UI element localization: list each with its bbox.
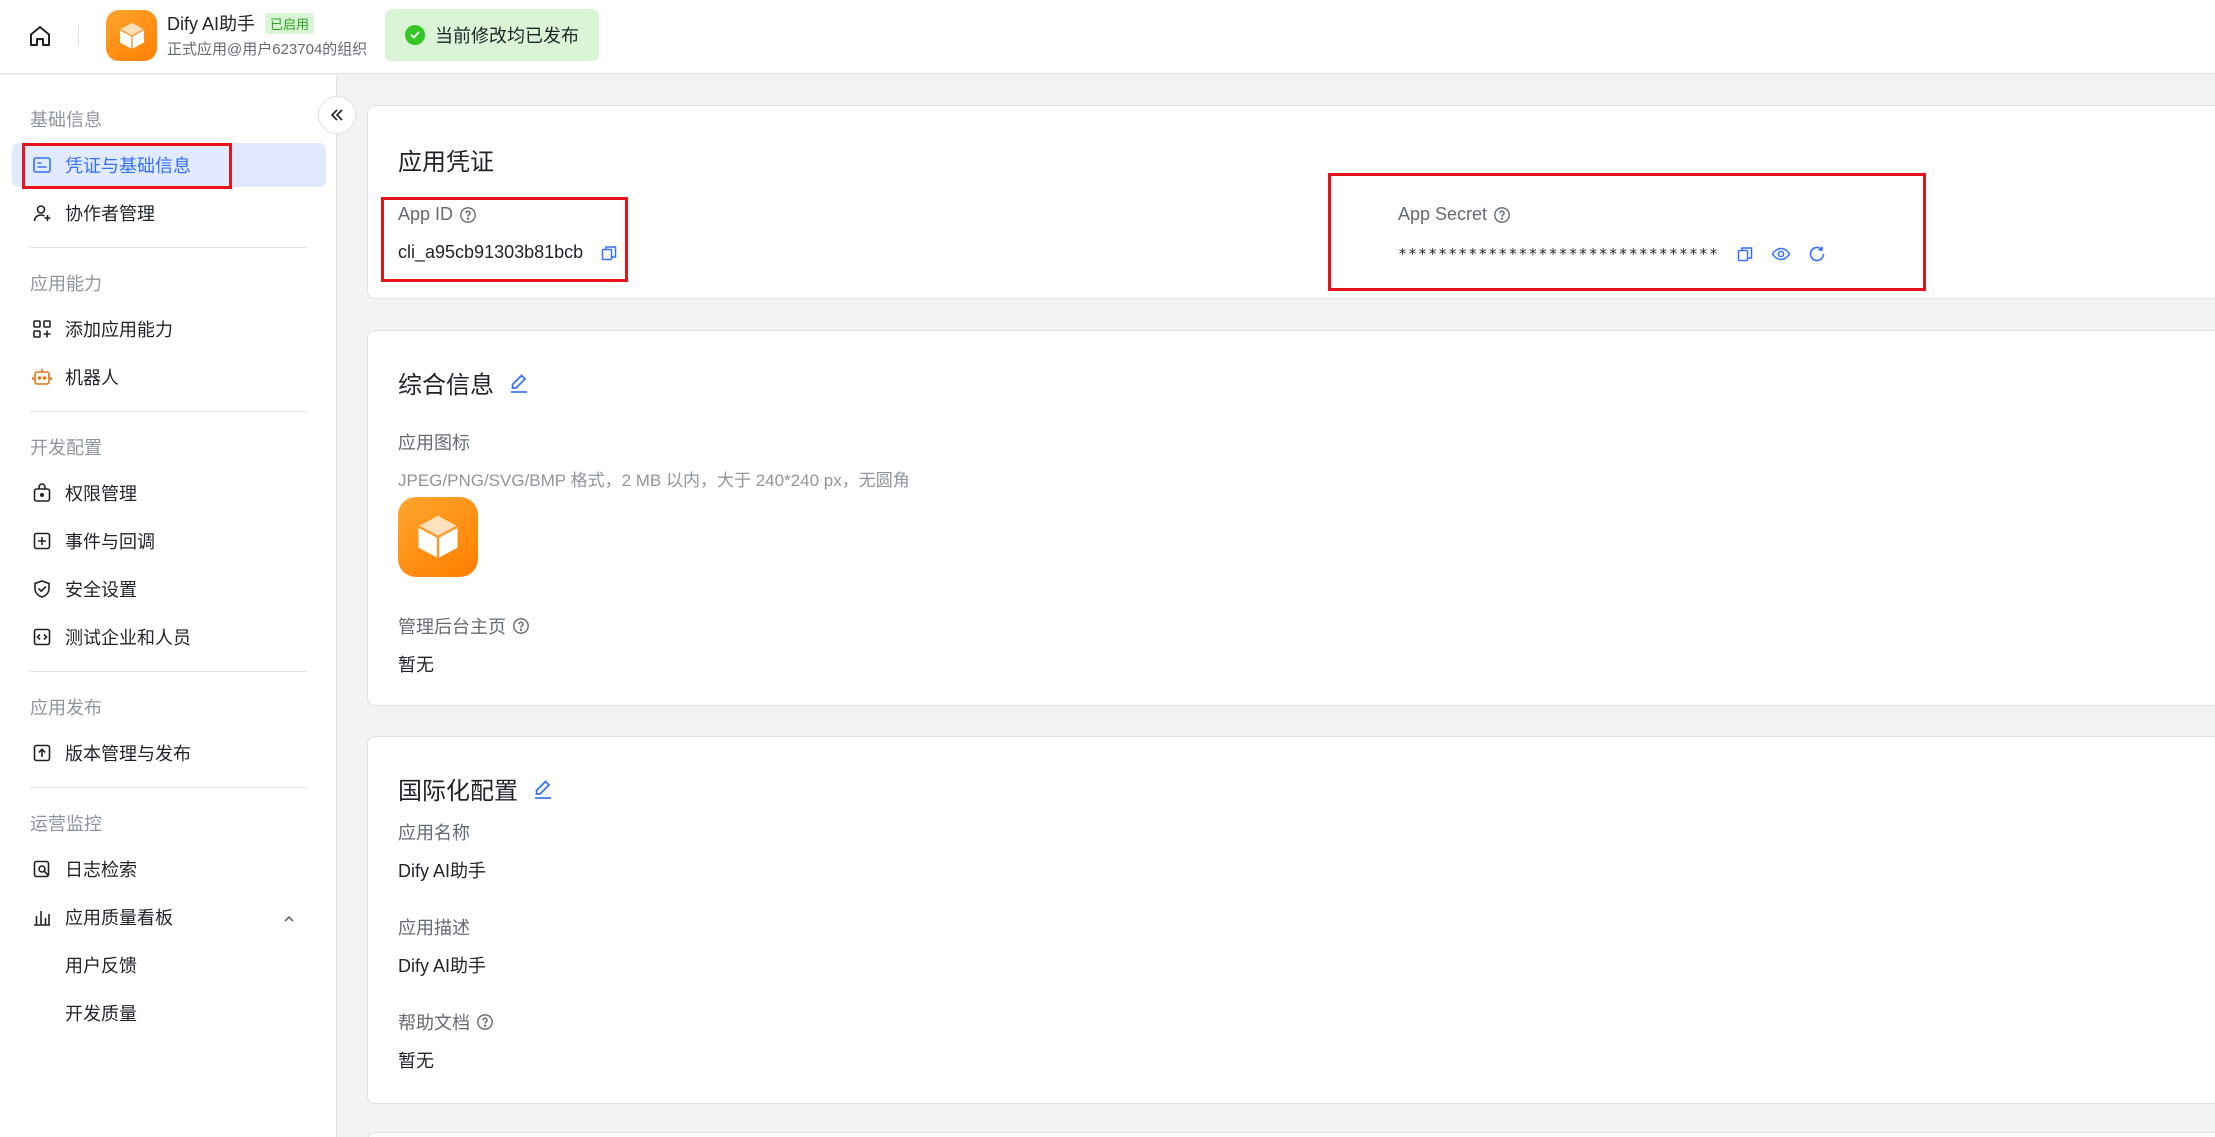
publish-status-banner: 当前修改均已发布 <box>385 9 599 61</box>
sidebar-item-quality-dashboard[interactable]: 应用质量看板 <box>12 895 326 939</box>
top-bar: Dify AI助手 已启用 正式应用@用户623704的组织 当前修改均已发布 <box>0 0 2215 74</box>
card-title: 国际化配置 <box>398 771 554 806</box>
sidebar-item-label: 开发质量 <box>65 1004 137 1024</box>
app-name-label: 应用名称 <box>398 823 470 843</box>
sidebar-item-label: 添加应用能力 <box>65 320 173 340</box>
sidebar-item-label: 测试企业和人员 <box>65 628 191 648</box>
status-badge: 已启用 <box>265 12 315 34</box>
divider <box>30 411 307 412</box>
sidebar-item-label: 权限管理 <box>65 484 137 504</box>
annotation-box <box>381 197 628 282</box>
robot-icon <box>31 366 53 388</box>
event-icon <box>31 530 53 552</box>
chevron-up-icon[interactable] <box>282 910 296 931</box>
code-icon <box>31 626 53 648</box>
sidebar-item-label: 事件与回调 <box>65 532 155 552</box>
app-logo-cube-icon <box>106 10 157 61</box>
help-icon[interactable] <box>512 617 530 635</box>
double-chevron-left-icon <box>328 106 346 124</box>
card-title-text: 国际化配置 <box>398 778 518 805</box>
icon-hint: JPEG/PNG/SVG/BMP 格式，2 MB 以内，大于 240*240 p… <box>398 471 910 490</box>
publish-status-text: 当前修改均已发布 <box>435 26 579 46</box>
sidebar-item-label: 日志检索 <box>65 860 137 880</box>
log-search-icon <box>31 858 53 880</box>
homepage-value: 暂无 <box>398 655 434 675</box>
app-name-value: Dify AI助手 <box>398 861 487 881</box>
sidebar-item-log-search[interactable]: 日志检索 <box>12 847 326 891</box>
help-doc-value: 暂无 <box>398 1051 434 1071</box>
check-circle-icon <box>405 25 425 45</box>
sidebar-item-label: 应用质量看板 <box>65 908 173 928</box>
app-name-text: Dify AI助手 <box>167 14 256 34</box>
divider <box>30 671 307 672</box>
apps-add-icon <box>31 318 53 340</box>
help-doc-label: 帮助文档 <box>398 1009 494 1035</box>
section-title-publish: 应用发布 <box>30 698 102 718</box>
section-title-capabilities: 应用能力 <box>30 274 102 294</box>
i18n-card: 国际化配置 应用名称 Dify AI助手 应用描述 Dify AI助手 帮助文档… <box>367 736 2215 1104</box>
app-org: 正式应用@用户623704的组织 <box>167 41 368 58</box>
app-icon-preview[interactable] <box>398 497 478 577</box>
sidebar-item-add-capability[interactable]: 添加应用能力 <box>12 307 326 351</box>
shield-icon <box>31 578 53 600</box>
app-desc-value: Dify AI助手 <box>398 956 487 976</box>
sidebar-item-dev-quality[interactable]: 开发质量 <box>12 991 326 1035</box>
sidebar-item-label: 版本管理与发布 <box>65 744 191 764</box>
annotation-box <box>1328 173 1926 291</box>
sidebar-item-label: 用户反馈 <box>65 956 137 976</box>
card-title: 综合信息 <box>398 365 530 400</box>
sidebar-item-collaborators[interactable]: 协作者管理 <box>12 191 326 235</box>
sidebar-item-user-feedback[interactable]: 用户反馈 <box>12 943 326 987</box>
edit-icon[interactable] <box>508 372 530 394</box>
general-info-card: 综合信息 应用图标 JPEG/PNG/SVG/BMP 格式，2 MB 以内，大于… <box>367 330 2215 706</box>
section-title-monitoring: 运营监控 <box>30 814 102 834</box>
divider <box>78 25 79 45</box>
sidebar-item-versions[interactable]: 版本管理与发布 <box>12 731 326 775</box>
collapse-sidebar-button[interactable] <box>318 96 356 134</box>
sidebar-item-label: 安全设置 <box>65 580 137 600</box>
card-title-text: 综合信息 <box>398 372 494 399</box>
user-add-icon <box>31 202 53 224</box>
upload-icon <box>31 742 53 764</box>
sidebar-item-robot[interactable]: 机器人 <box>12 355 326 399</box>
bar-chart-icon <box>31 906 53 928</box>
annotation-box <box>22 143 232 189</box>
edit-icon[interactable] <box>532 778 554 800</box>
next-card <box>367 1132 2215 1137</box>
help-icon[interactable] <box>476 1013 494 1031</box>
sidebar-item-permissions[interactable]: 权限管理 <box>12 471 326 515</box>
card-title: 应用凭证 <box>398 149 494 176</box>
app-desc-label: 应用描述 <box>398 918 470 938</box>
home-icon[interactable] <box>24 20 56 52</box>
label-text: 帮助文档 <box>398 1013 470 1033</box>
section-title-dev-config: 开发配置 <box>30 438 102 458</box>
sidebar-item-label: 协作者管理 <box>65 204 155 224</box>
permission-icon <box>31 482 53 504</box>
icon-label: 应用图标 <box>398 433 470 453</box>
sidebar-item-security[interactable]: 安全设置 <box>12 567 326 611</box>
sidebar-item-test-users[interactable]: 测试企业和人员 <box>12 615 326 659</box>
label-text: 管理后台主页 <box>398 617 506 637</box>
credentials-card: 应用凭证 App ID cli_a95cb91303b81bcb App Sec… <box>367 105 2215 299</box>
app-name: Dify AI助手 已启用 <box>167 10 315 36</box>
sidebar-item-events[interactable]: 事件与回调 <box>12 519 326 563</box>
divider <box>30 787 307 788</box>
sidebar-item-label: 机器人 <box>65 368 119 388</box>
app-logo-cube-icon <box>417 515 459 559</box>
section-title-basic: 基础信息 <box>30 110 102 130</box>
sidebar: 基础信息 凭证与基础信息 协作者管理 应用能力 添加应用能力 机器人 开发配置 … <box>0 75 337 1137</box>
homepage-label: 管理后台主页 <box>398 613 530 639</box>
divider <box>30 247 307 248</box>
